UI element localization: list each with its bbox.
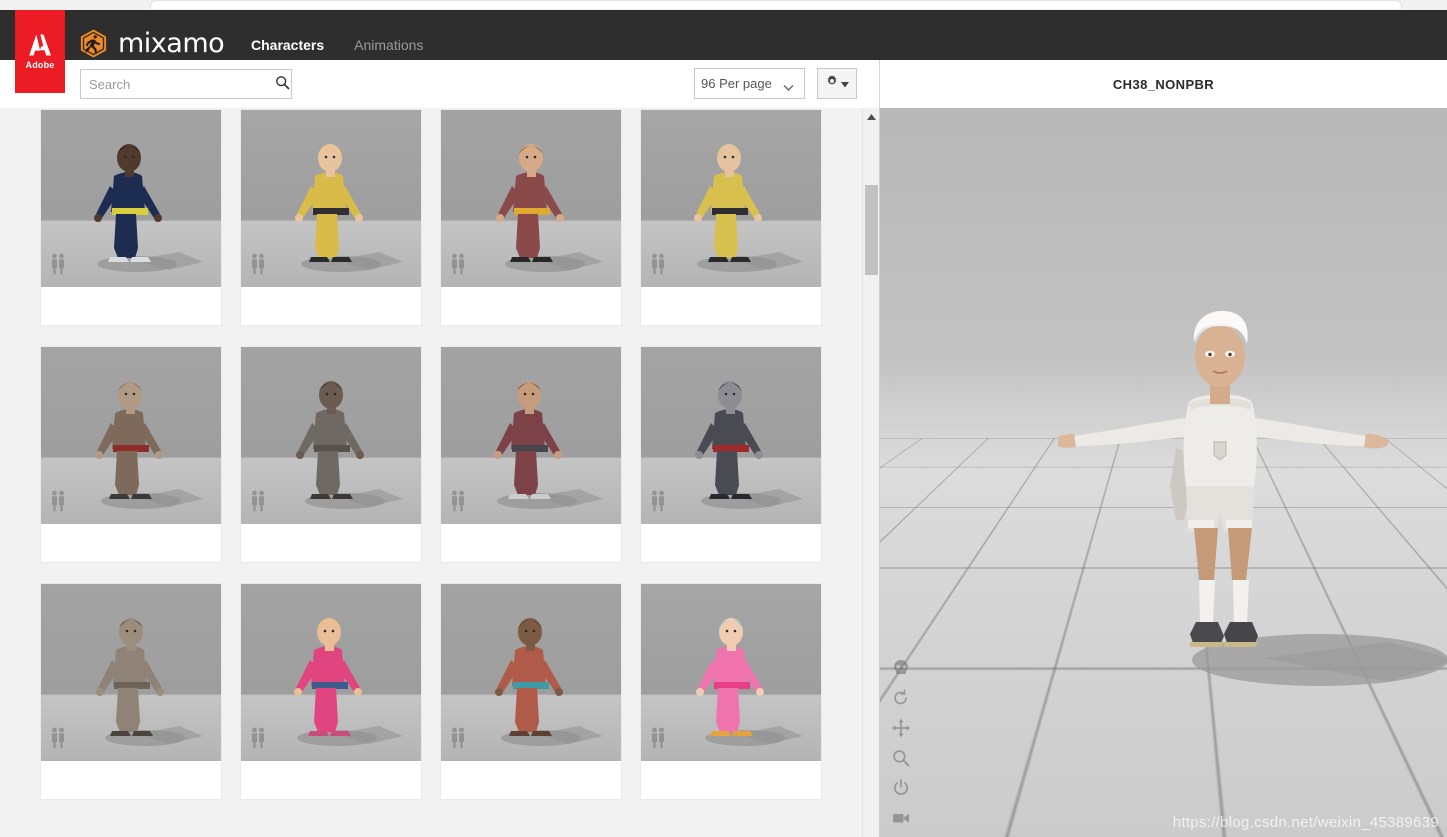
browser-tab[interactable]	[150, 0, 1402, 9]
viewport-toolbar	[892, 659, 910, 827]
mixamo-brand[interactable]: mixamo	[78, 28, 224, 59]
character-thumbnail[interactable]	[41, 584, 221, 761]
results-scrollbar[interactable]	[862, 108, 879, 837]
tab-characters-label: Characters	[251, 37, 324, 53]
scroll-up-arrow-icon[interactable]	[863, 108, 880, 125]
character-name-label	[441, 761, 621, 799]
character-name-label	[641, 287, 821, 325]
character-card[interactable]	[641, 347, 821, 562]
rotate-icon[interactable]	[892, 689, 910, 707]
character-card[interactable]	[241, 347, 421, 562]
character-name-label	[41, 287, 221, 325]
skull-icon[interactable]	[892, 659, 910, 677]
search-button[interactable]	[273, 70, 291, 98]
character-thumbnail[interactable]	[241, 584, 421, 761]
character-name-label	[241, 761, 421, 799]
two-people-scale-icon	[650, 490, 666, 512]
per-page-select[interactable]: 24 Per page48 Per page96 Per page	[694, 68, 805, 99]
character-name-label	[241, 287, 421, 325]
character-card[interactable]	[441, 347, 621, 562]
two-people-scale-icon	[250, 490, 266, 512]
character-thumbnail[interactable]	[641, 584, 821, 761]
search-icon	[275, 75, 290, 93]
character-name-label	[241, 524, 421, 562]
character-name-label	[41, 761, 221, 799]
character-card[interactable]	[41, 584, 221, 799]
tab-animations-label: Animations	[354, 37, 423, 53]
character-thumbnail[interactable]	[441, 584, 621, 761]
character-card[interactable]	[41, 110, 221, 325]
top-navigation-bar: mixamo Characters Animations	[0, 10, 1447, 60]
two-people-scale-icon	[50, 253, 66, 275]
character-thumbnail[interactable]	[641, 110, 821, 287]
character-thumbnail[interactable]	[441, 347, 621, 524]
power-icon[interactable]	[892, 779, 910, 797]
adobe-wordmark: Adobe	[26, 60, 55, 70]
brand-wordmark: mixamo	[118, 30, 224, 57]
two-people-scale-icon	[450, 727, 466, 749]
character-thumbnail[interactable]	[41, 110, 221, 287]
character-thumbnail[interactable]	[41, 347, 221, 524]
search-box[interactable]	[80, 69, 292, 99]
character-model-preview	[1058, 190, 1447, 770]
viewer-header: CH38_NONPBR	[880, 60, 1447, 108]
character-thumbnail[interactable]	[441, 110, 621, 287]
two-people-scale-icon	[450, 253, 466, 275]
two-people-scale-icon	[450, 490, 466, 512]
two-people-scale-icon	[250, 253, 266, 275]
watermark: https://blog.csdn.net/weixin_45389639	[1173, 814, 1439, 831]
scrollbar-thumb[interactable]	[865, 185, 878, 275]
two-people-scale-icon	[650, 727, 666, 749]
gear-icon	[825, 74, 839, 93]
character-name-label	[41, 524, 221, 562]
two-people-scale-icon	[50, 490, 66, 512]
character-card[interactable]	[441, 584, 621, 799]
zoom-icon[interactable]	[892, 749, 910, 767]
viewer-title: CH38_NONPBR	[1113, 77, 1214, 92]
two-people-scale-icon	[50, 727, 66, 749]
character-name-label	[641, 524, 821, 562]
character-name-label	[441, 524, 621, 562]
two-people-scale-icon	[250, 727, 266, 749]
search-input[interactable]	[81, 70, 273, 98]
browser-chrome-strip	[0, 0, 1447, 10]
settings-gear-button[interactable]	[817, 68, 857, 99]
character-card[interactable]	[241, 110, 421, 325]
character-3d-viewport[interactable]: https://blog.csdn.net/weixin_45389639	[880, 108, 1447, 837]
character-card[interactable]	[641, 584, 821, 799]
character-card[interactable]	[641, 110, 821, 325]
character-grid	[41, 110, 821, 799]
character-name-label	[641, 761, 821, 799]
character-thumbnail[interactable]	[241, 347, 421, 524]
mixamo-app: mixamo Characters Animations Adobe	[0, 0, 1447, 837]
character-card[interactable]	[241, 584, 421, 799]
adobe-logo[interactable]: Adobe	[15, 10, 65, 93]
character-name-label	[441, 287, 621, 325]
character-results-pane[interactable]	[0, 108, 862, 837]
move-icon[interactable]	[892, 719, 910, 737]
caret-down-icon	[841, 75, 849, 93]
two-people-scale-icon	[650, 253, 666, 275]
character-card[interactable]	[441, 110, 621, 325]
character-card[interactable]	[41, 347, 221, 562]
character-thumbnail[interactable]	[241, 110, 421, 287]
mixamo-hexagon-runner-icon	[78, 28, 109, 59]
character-thumbnail[interactable]	[641, 347, 821, 524]
adobe-a-logo-icon	[27, 33, 53, 57]
video-camera-icon[interactable]	[892, 809, 910, 827]
